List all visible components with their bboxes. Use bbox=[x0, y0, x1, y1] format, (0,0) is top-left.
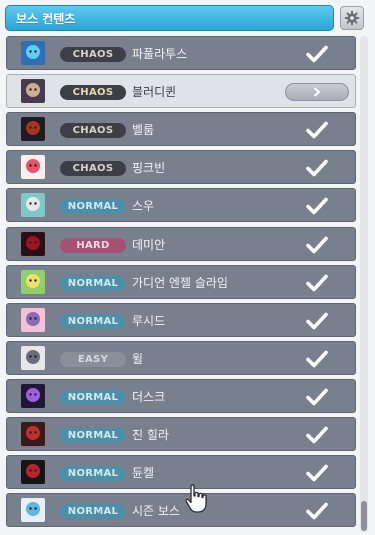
checkmark-icon bbox=[306, 350, 328, 368]
boss-avatar-icon bbox=[21, 117, 45, 142]
scrollbar-thumb[interactable] bbox=[361, 501, 367, 531]
boss-row[interactable]: EASY 윌 bbox=[6, 340, 356, 375]
boss-avatar-icon bbox=[21, 231, 45, 256]
boss-avatar-icon bbox=[21, 155, 45, 180]
checkmark-icon bbox=[306, 274, 328, 291]
boss-row[interactable]: CHAOS 블러디퀸 bbox=[6, 74, 356, 109]
boss-row[interactable]: NORMAL 시즌 보스 bbox=[6, 493, 356, 528]
checkmark-icon bbox=[306, 121, 328, 139]
checkmark-icon bbox=[306, 464, 328, 482]
difficulty-badge: HARD bbox=[60, 237, 126, 253]
difficulty-badge: NORMAL bbox=[60, 313, 126, 329]
boss-avatar-icon bbox=[21, 269, 45, 294]
boss-row[interactable]: NORMAL 더스크 bbox=[6, 378, 356, 413]
boss-name: 진 힐라 bbox=[132, 428, 169, 442]
difficulty-badge: NORMAL bbox=[60, 275, 126, 291]
boss-row[interactable]: CHAOS 핑크빈 bbox=[6, 150, 356, 185]
boss-avatar-icon bbox=[21, 498, 45, 523]
hand-pointer-icon bbox=[185, 484, 207, 513]
panel-header: 보스 컨텐츠 bbox=[5, 5, 334, 31]
boss-row[interactable]: NORMAL 진 힐라 bbox=[6, 417, 356, 451]
boss-avatar-icon bbox=[21, 383, 45, 408]
boss-row[interactable]: NORMAL 루시드 bbox=[6, 302, 356, 337]
difficulty-badge: NORMAL bbox=[60, 428, 126, 443]
difficulty-badge: CHAOS bbox=[60, 123, 126, 139]
boss-name: 블러디퀸 bbox=[132, 85, 177, 100]
checkmark-icon bbox=[306, 312, 328, 329]
boss-avatar-icon bbox=[21, 460, 45, 485]
checkmark-icon bbox=[306, 159, 328, 177]
checkmark-icon bbox=[306, 502, 328, 520]
boss-name: 스우 bbox=[132, 199, 155, 214]
difficulty-badge: NORMAL bbox=[60, 199, 126, 215]
boss-name: 듄켈 bbox=[132, 466, 155, 481]
boss-name: 벨룸 bbox=[132, 123, 155, 138]
difficulty-badge: NORMAL bbox=[60, 466, 126, 482]
boss-name: 루시드 bbox=[132, 313, 166, 328]
checkmark-icon bbox=[306, 388, 328, 406]
checkmark-icon bbox=[306, 426, 328, 444]
checkmark-icon bbox=[306, 45, 328, 63]
difficulty-badge: NORMAL bbox=[60, 389, 126, 405]
boss-row[interactable]: NORMAL 가디언 엔젤 슬라임 bbox=[6, 264, 356, 299]
boss-name: 윌 bbox=[132, 351, 144, 366]
enter-button[interactable] bbox=[285, 83, 349, 102]
boss-row[interactable]: CHAOS 벨룸 bbox=[6, 112, 356, 147]
checkmark-icon bbox=[306, 198, 328, 215]
boss-row[interactable]: CHAOS 파풀라투스 bbox=[6, 36, 356, 70]
difficulty-badge: CHAOS bbox=[60, 47, 126, 62]
boss-avatar-icon bbox=[21, 422, 45, 446]
difficulty-badge: NORMAL bbox=[60, 504, 126, 520]
boss-avatar-icon bbox=[21, 79, 45, 104]
difficulty-badge: EASY bbox=[60, 351, 126, 367]
boss-row[interactable]: HARD 데미안 bbox=[6, 226, 356, 261]
boss-avatar-icon bbox=[21, 193, 45, 218]
settings-button[interactable] bbox=[340, 6, 364, 30]
scrollbar[interactable] bbox=[360, 36, 368, 532]
boss-row[interactable]: NORMAL 듄켈 bbox=[6, 455, 356, 490]
boss-avatar-icon bbox=[21, 345, 45, 370]
boss-avatar-icon bbox=[21, 41, 45, 65]
boss-avatar-icon bbox=[21, 307, 45, 332]
boss-name: 데미안 bbox=[132, 237, 166, 252]
panel-title: 보스 컨텐츠 bbox=[16, 11, 76, 26]
difficulty-badge: CHAOS bbox=[60, 85, 126, 101]
difficulty-badge: CHAOS bbox=[60, 161, 126, 177]
checkmark-icon bbox=[306, 236, 328, 253]
boss-name: 시즌 보스 bbox=[132, 504, 180, 519]
boss-name: 핑크빈 bbox=[132, 161, 166, 176]
boss-name: 더스크 bbox=[132, 389, 166, 404]
gear-icon bbox=[344, 10, 360, 26]
boss-row[interactable]: NORMAL 스우 bbox=[6, 188, 356, 223]
boss-name: 가디언 엔젤 슬라임 bbox=[132, 275, 228, 290]
chevron-right-icon bbox=[314, 87, 320, 97]
boss-name: 파풀라투스 bbox=[132, 47, 188, 61]
boss-content-panel: 보스 컨텐츠 CHAOS 파풀라투스 CHAOS 블러디퀸 CHAOS 벨룸 CHAOS 핑크… bbox=[0, 0, 375, 535]
